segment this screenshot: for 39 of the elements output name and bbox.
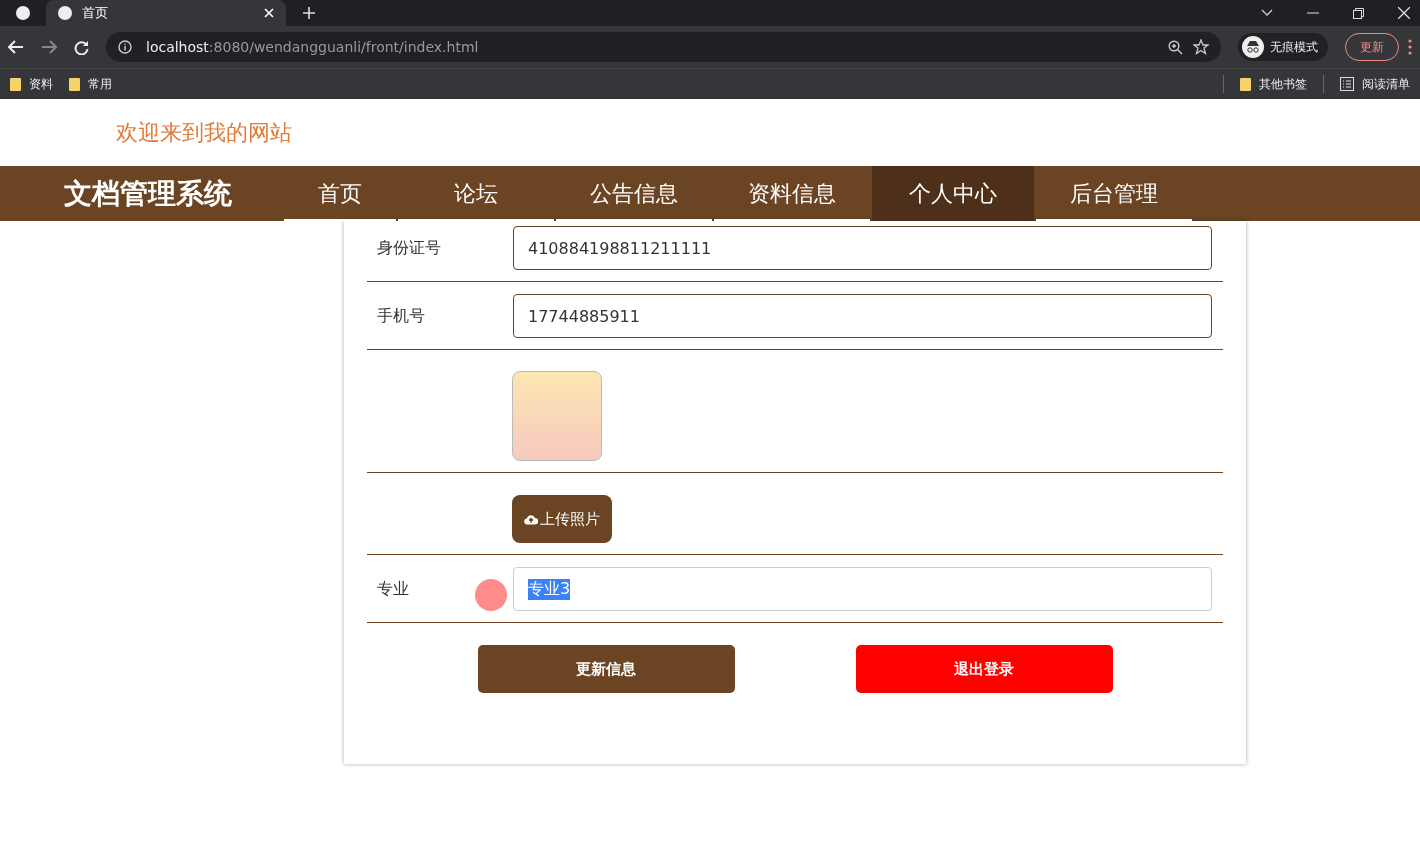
forward-arrow-icon[interactable] (41, 40, 57, 54)
nav-item[interactable]: 论坛 (398, 166, 554, 221)
incognito-profile-button[interactable]: 无痕模式 (1238, 33, 1328, 61)
nav-item[interactable]: 公告信息 (556, 166, 712, 221)
input-field[interactable]: 17744885911 (513, 294, 1212, 338)
new-tab-icon[interactable] (302, 6, 316, 20)
bookmark-folder[interactable]: 常用 (69, 75, 112, 93)
reading-list-button[interactable]: 阅读清单 (1340, 75, 1410, 93)
chevron-down-icon[interactable] (1261, 9, 1273, 17)
list-icon (1340, 77, 1354, 91)
bookmark-folder[interactable]: 资料 (10, 75, 53, 93)
zoom-icon[interactable] (1168, 39, 1183, 55)
incognito-icon (1242, 36, 1264, 58)
nav-item[interactable]: 后台管理 (1036, 166, 1192, 221)
reload-icon[interactable] (74, 39, 89, 55)
star-icon[interactable] (1193, 39, 1209, 55)
welcome-text: 欢迎来到我的网站 (115, 119, 293, 147)
field-label: 身份证号 (377, 237, 441, 259)
back-arrow-icon[interactable] (8, 40, 24, 54)
site-title: 文档管理系统 (63, 176, 233, 212)
nav-item[interactable]: 资料信息 (714, 166, 870, 221)
bookmark-folder[interactable]: 其他书签 (1240, 75, 1307, 93)
logout-button[interactable]: 退出登录 (855, 645, 1113, 693)
field-label: 专业 (377, 578, 409, 600)
close-icon[interactable] (1398, 7, 1410, 19)
restore-icon[interactable] (1353, 7, 1364, 19)
upload-photo-button[interactable]: 上传照片 (512, 495, 612, 543)
cloud-upload-icon (524, 513, 538, 525)
click-indicator-icon (475, 579, 507, 611)
field-label: 手机号 (377, 305, 425, 327)
update-info-button[interactable]: 更新信息 (477, 645, 735, 693)
browser-tab[interactable]: 首页 (46, 0, 286, 26)
address-bar[interactable]: localhost:8080/wendangguanli/front/index.html (106, 32, 1221, 62)
nav-item[interactable]: 个人中心 (872, 166, 1034, 221)
input-field[interactable]: 410884198811211111 (513, 226, 1212, 270)
nav-item[interactable]: 首页 (284, 166, 396, 221)
info-icon[interactable] (118, 40, 132, 54)
more-icon[interactable] (1408, 39, 1412, 55)
input-field[interactable]: 专业3 (513, 567, 1212, 611)
